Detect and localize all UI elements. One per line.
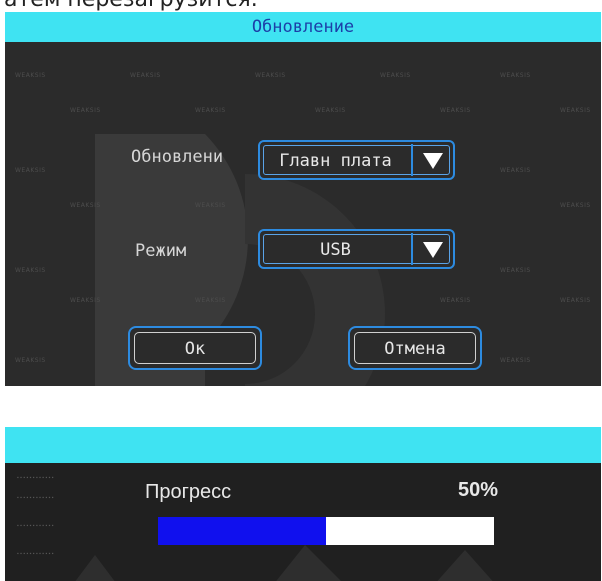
watermark-text: WEAKSIS [500,267,531,274]
watermark-text: WEAKSIS [70,107,101,114]
watermark-text: WEAKSIS [130,72,161,79]
mode-value: USB [320,240,351,260]
watermark-text: WEAKSIS [560,297,591,304]
dropdown-arrow-icon[interactable] [423,242,443,258]
dialog-body: WEAKSIS WEAKSIS WEAKSIS WEAKSIS WEAKSIS … [5,42,601,386]
update-dialog: Обновление WEAKSIS WEAKSIS WEAKSIS WEAKS… [5,12,601,386]
update-target-value: Главн плата [279,151,392,171]
dialog-title: Обновление [5,12,601,42]
progress-title-bar [5,427,601,463]
watermark-text: WEAKSIS [15,167,46,174]
cancel-button-label: Отмена [354,332,476,364]
watermark-text: WEAKSIS [440,107,471,114]
watermark-text: WEAKSIS [195,107,226,114]
watermark-text: WEAKSIS [70,297,101,304]
mode-select[interactable]: USB [258,229,455,269]
progress-bar-fill [158,517,326,545]
watermark-text: WEAKSIS [500,167,531,174]
watermark-text: WEAKSIS [560,107,591,114]
watermark-text: WEAKSIS [315,107,346,114]
watermark-text: WEAKSIS [380,72,411,79]
watermark-text: WEAKSIS [15,357,46,364]
progress-percent: 50% [457,479,498,501]
progress-label: Прогресс [145,481,232,503]
watermark-text: WEAKSIS [195,297,226,304]
ok-button-label: Ок [134,332,256,364]
watermark-text: WEAKSIS [195,202,226,209]
progress-panel: ▪ ▪ ▪ ▪ ▪ ▪ ▪ ▪ ▪ ▪ ▪ ▪ ▪ ▪ ▪ ▪ ▪ ▪ ▪ ▪ … [5,427,601,581]
progress-bar [158,517,494,545]
update-target-label: Обновлени [131,147,224,167]
mode-label: Режим [135,241,187,261]
update-target-select[interactable]: Главн плата [258,140,455,180]
watermark-text: WEAKSIS [15,72,46,79]
watermark-text: WEAKSIS [560,202,591,209]
dropdown-arrow-icon[interactable] [423,153,443,169]
watermark-text: WEAKSIS [70,202,101,209]
watermark-text: WEAKSIS [440,297,471,304]
cancel-button[interactable]: Отмена [348,326,482,370]
ok-button[interactable]: Ок [128,326,262,370]
watermark-text: WEAKSIS [15,267,46,274]
watermark-text: WEAKSIS [255,72,286,79]
watermark-text: WEAKSIS [500,357,531,364]
watermark-text: WEAKSIS [500,72,531,79]
